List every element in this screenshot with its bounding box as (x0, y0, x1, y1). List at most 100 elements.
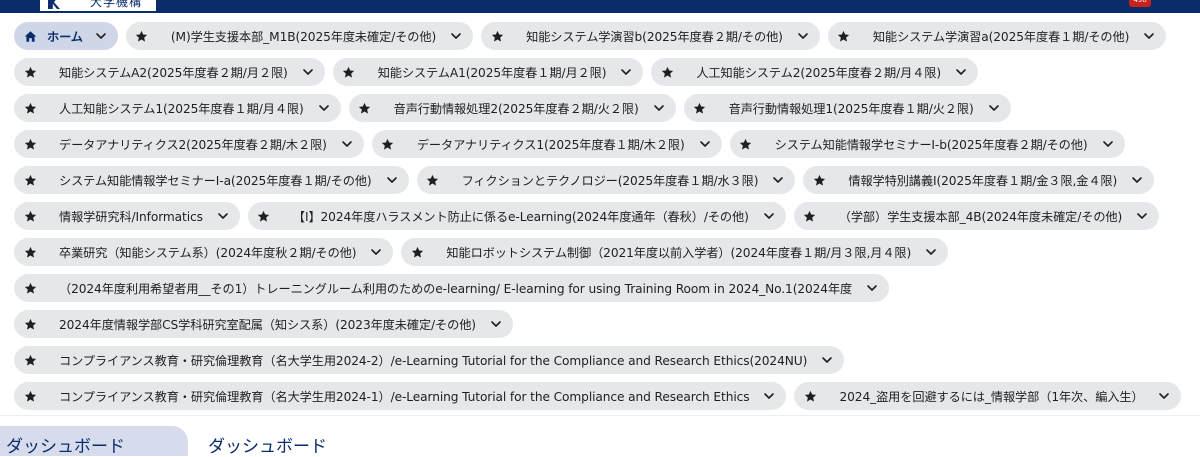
star-icon[interactable] (812, 173, 826, 187)
course-chip[interactable]: 知能システム学演習a(2025年度春１期/その他) (827, 22, 1167, 50)
course-chip[interactable]: コンプライアンス教育・研究倫理教育（名大学生用2024-2）/e-Learnin… (14, 346, 845, 374)
chip-row: コンプライアンス教育・研究倫理教育（名大学生用2024-2）/e-Learnin… (14, 346, 1194, 374)
star-icon[interactable] (23, 317, 37, 331)
notification-badge[interactable]: 498 (1129, 0, 1151, 7)
course-chip[interactable]: 【I】2024年度ハラスメント防止に係るe-Learning(2024年度通年（… (247, 202, 786, 230)
star-icon[interactable] (257, 209, 271, 223)
course-chip[interactable]: コンプライアンス教育・研究倫理教育（名大学生用2024-1）/e-Learnin… (14, 382, 787, 410)
chevron-down-icon[interactable] (386, 174, 398, 186)
home-button[interactable]: ホーム (14, 22, 118, 50)
chevron-down-icon[interactable] (988, 102, 1000, 114)
course-chip-label: 音声行動情報処理2(2025年度春２期/火２限) (393, 102, 639, 116)
chevron-down-icon[interactable] (302, 66, 314, 78)
course-chip[interactable]: （2024年度利用希望者用__その1）トレーニングルーム利用のためのe-lear… (14, 274, 890, 302)
course-chip-label: 知能ロボットシステム制御（2021年度以前入学者）(2024年度春１期/月３限,… (446, 246, 912, 260)
star-icon[interactable] (23, 281, 37, 295)
course-chip[interactable]: 2024年度情報学部CS学科研究室配属（知シス系）(2023年度未確定/その他) (14, 310, 513, 338)
star-icon[interactable] (23, 137, 37, 151)
star-icon[interactable] (342, 65, 356, 79)
course-chip[interactable]: 音声行動情報処理2(2025年度春２期/火２限) (348, 94, 676, 122)
star-icon[interactable] (410, 245, 424, 259)
course-chip[interactable]: 人工知能システム2(2025年度春２期/月４限) (651, 58, 978, 86)
star-icon[interactable] (23, 65, 37, 79)
course-chip[interactable]: 情報学研究科/Informatics (14, 202, 240, 230)
star-icon[interactable] (23, 173, 37, 187)
course-chip-label: 知能システム学演習b(2025年度春２期/その他) (526, 30, 783, 44)
logo-text: 大学機構 (90, 0, 143, 9)
chip-row: データアナリティクス2(2025年度春２期/木２限) データアナリティクス1(20… (14, 130, 1194, 158)
chevron-down-icon[interactable] (925, 246, 937, 258)
chip-row: 情報学研究科/Informatics 【I】2024年度ハラスメント防止に係るe-… (14, 202, 1194, 230)
star-icon[interactable] (23, 389, 37, 403)
star-icon[interactable] (135, 29, 149, 43)
chevron-down-icon[interactable] (217, 210, 229, 222)
star-icon[interactable] (358, 101, 372, 115)
course-chip-label: データアナリティクス1(2025年度春１期/木２限) (416, 138, 685, 152)
course-chip[interactable]: データアナリティクス2(2025年度春２期/木２限) (14, 130, 364, 158)
chevron-down-icon[interactable] (450, 30, 462, 42)
chevron-down-icon[interactable] (699, 138, 711, 150)
chevron-down-icon[interactable] (1102, 138, 1114, 150)
course-chip[interactable]: 2024_盗用を回避するには_情報学部（1年次、編入生） (794, 382, 1181, 410)
chevron-down-icon[interactable] (763, 390, 775, 402)
page-title: ダッシュボード (208, 437, 327, 457)
star-icon[interactable] (803, 209, 817, 223)
course-chip-label: 人工知能システム1(2025年度春１期/月４限) (59, 102, 304, 116)
course-chip[interactable]: 情報学特別講義Ⅰ(2025年度春１期/金３限,金４限) (803, 166, 1155, 194)
chip-row: 人工知能システム1(2025年度春１期/月４限) 音声行動情報処理2(2025年度… (14, 94, 1194, 122)
chevron-down-icon[interactable] (318, 102, 330, 114)
course-chip[interactable]: (M)学生支援本部_M1B(2025年度未確定/その他) (125, 22, 474, 50)
course-chip-label: データアナリティクス2(2025年度春２期/木２限) (59, 138, 327, 152)
course-chip[interactable]: システム知能情報学セミナーⅠ-a(2025年度春１期/その他) (14, 166, 409, 194)
course-chip[interactable]: 知能システム学演習b(2025年度春２期/その他) (481, 22, 820, 50)
course-chip[interactable]: 卒業研究（知能システム系）(2024年度秋２期/その他) (14, 238, 394, 266)
sidebar-item-label: ダッシュボード (6, 437, 125, 457)
sidebar-item-dashboard[interactable]: ダッシュボード (0, 426, 188, 457)
chevron-down-icon[interactable] (866, 282, 878, 294)
chevron-down-icon[interactable] (1131, 174, 1143, 186)
chevron-down-icon[interactable] (1136, 210, 1148, 222)
course-chip[interactable]: 知能システムA1(2025年度春１期/月２限) (332, 58, 644, 86)
course-chip-label: システム知能情報学セミナーⅠ-a(2025年度春１期/その他) (59, 174, 372, 188)
chevron-down-icon[interactable] (341, 138, 353, 150)
course-chip[interactable]: データアナリティクス1(2025年度春１期/木２限) (371, 130, 722, 158)
course-chip[interactable]: 人工知能システム1(2025年度春１期/月４限) (14, 94, 341, 122)
star-icon[interactable] (23, 353, 37, 367)
course-chip[interactable]: フィクションとテクノロジー(2025年度春１期/水３限) (416, 166, 796, 194)
star-icon[interactable] (739, 137, 753, 151)
course-chip-label: 【I】2024年度ハラスメント防止に係るe-Learning(2024年度通年（… (292, 210, 749, 224)
chevron-down-icon[interactable] (1143, 30, 1155, 42)
chevron-down-icon[interactable] (370, 246, 382, 258)
chevron-down-icon[interactable] (620, 66, 632, 78)
star-icon[interactable] (660, 65, 674, 79)
chevron-down-icon[interactable] (772, 174, 784, 186)
star-icon[interactable] (693, 101, 707, 115)
logo-mark-icon (48, 0, 60, 9)
chevron-down-icon[interactable] (1158, 390, 1170, 402)
star-icon[interactable] (23, 101, 37, 115)
course-chip-label: 情報学特別講義Ⅰ(2025年度春１期/金３限,金４限) (848, 174, 1118, 188)
course-chip[interactable]: 知能ロボットシステム制御（2021年度以前入学者）(2024年度春１期/月３限,… (401, 238, 949, 266)
star-icon[interactable] (381, 137, 395, 151)
course-chip[interactable]: システム知能情報学セミナーⅠ-b(2025年度春２期/その他) (729, 130, 1125, 158)
chevron-down-icon[interactable] (763, 210, 775, 222)
chevron-down-icon[interactable] (797, 30, 809, 42)
star-icon[interactable] (23, 209, 37, 223)
chevron-down-icon[interactable] (490, 318, 502, 330)
star-icon[interactable] (23, 245, 37, 259)
university-logo[interactable]: 大学機構 (40, 0, 156, 11)
star-icon[interactable] (803, 389, 817, 403)
chevron-down-icon[interactable] (955, 66, 967, 78)
course-chip-label: 知能システム学演習a(2025年度春１期/その他) (872, 30, 1130, 44)
chevron-down-icon[interactable] (821, 354, 833, 366)
star-icon[interactable] (426, 173, 440, 187)
chevron-down-icon[interactable] (653, 102, 665, 114)
course-chip[interactable]: （学部）学生支援本部_4B(2024年度未確定/その他) (793, 202, 1160, 230)
star-icon[interactable] (490, 29, 504, 43)
chevron-down-icon[interactable] (95, 30, 107, 42)
course-chip[interactable]: 音声行動情報処理1(2025年度春１期/火２限) (683, 94, 1011, 122)
star-icon[interactable] (837, 29, 851, 43)
course-chip[interactable]: 知能システムA2(2025年度春２期/月２限) (14, 58, 325, 86)
top-header-bar: 大学機構 498 (0, 0, 1200, 13)
course-chip-label: 2024年度情報学部CS学科研究室配属（知シス系）(2023年度未確定/その他) (59, 318, 476, 332)
